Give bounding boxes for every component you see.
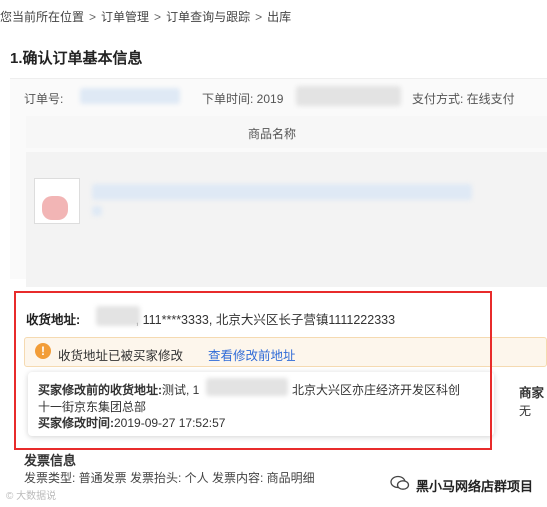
shop-remark-value: 无 — [519, 404, 532, 418]
highlight-frame — [14, 291, 492, 450]
redacted-order-time — [296, 86, 401, 106]
breadcrumb-prefix: 您当前所在位置 — [0, 10, 85, 24]
watermark-right: 黑小马网络店群项目 — [416, 479, 534, 494]
product-table-header: 商品名称 — [26, 116, 547, 148]
order-number-label: 订单号: — [24, 92, 64, 106]
breadcrumb-item-order-query[interactable]: 订单查询与跟踪 — [166, 10, 250, 24]
payment-method: 支付方式: 在线支付 — [412, 92, 515, 106]
watermark-left: © 大数据说 — [6, 491, 57, 502]
breadcrumb-separator: > — [255, 10, 263, 24]
order-time: 下单时间: 2019 — [202, 92, 284, 106]
order-info-line: 订单号: — [24, 90, 63, 107]
invoice-title: 发票信息 — [24, 453, 77, 468]
redacted-order-number — [80, 88, 180, 104]
breadcrumb-separator: > — [154, 10, 162, 24]
invoice-details: 发票类型: 普通发票 发票抬头: 个人 发票内容: 商品明细 — [24, 471, 315, 485]
breadcrumb-item-outbound: 出库 — [267, 10, 292, 24]
breadcrumb-separator: > — [89, 10, 97, 24]
breadcrumb: 您当前所在位置 > 订单管理 > 订单查询与跟踪 > 出库 — [0, 8, 291, 25]
redacted-product-detail — [92, 206, 102, 216]
page-title: 1.确认订单基本信息 — [10, 50, 143, 67]
product-name-column: 商品名称 — [248, 127, 297, 141]
product-image — [42, 196, 68, 220]
wechat-icon — [390, 475, 410, 491]
breadcrumb-item-order-management[interactable]: 订单管理 — [101, 10, 149, 24]
redacted-product-title — [92, 184, 472, 200]
shop-remark-label: 商家 — [519, 386, 545, 400]
product-row — [26, 152, 547, 287]
